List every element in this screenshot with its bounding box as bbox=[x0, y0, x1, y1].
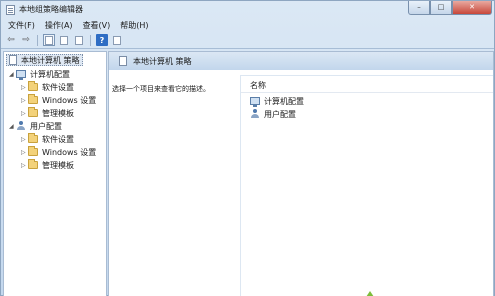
column-header-name[interactable]: 名称 bbox=[241, 78, 493, 93]
menu-action[interactable]: 操作(A) bbox=[45, 19, 73, 32]
folder-icon bbox=[28, 94, 38, 104]
console-tree-icon bbox=[45, 35, 53, 45]
folder-icon bbox=[28, 133, 38, 143]
console-tree: 本地计算机 策略 ◢ 计算机配置 ▷ 软件设置 ▷ Windows 设置 ▷ 管… bbox=[3, 51, 107, 296]
export-list-icon bbox=[75, 35, 83, 45]
toolbar-separator bbox=[37, 34, 38, 46]
title-bar[interactable]: 本地组策略编辑器 – □ ✕ bbox=[1, 1, 494, 19]
help-button[interactable]: ? bbox=[96, 34, 108, 46]
computer-icon bbox=[250, 97, 260, 107]
gpedit-window: 本地组策略编辑器 – □ ✕ 文件(F) 操作(A) 查看(V) 帮助(H) ⇦… bbox=[0, 0, 495, 296]
folder-icon bbox=[28, 146, 38, 156]
toolbar-separator bbox=[90, 34, 91, 46]
tree-item-label: 软件设置 bbox=[42, 82, 74, 92]
back-arrow-icon[interactable]: ⇦ bbox=[5, 34, 17, 46]
user-icon bbox=[16, 121, 26, 131]
details-pane: 本地计算机 策略 选择一个项目来查看它的描述。 名称 计算机配置 用户配置 bbox=[108, 51, 494, 296]
tree-item-user-software-settings[interactable]: ▷ 软件设置 bbox=[21, 133, 74, 145]
description-panel: 选择一个项目来查看它的描述。 bbox=[109, 70, 240, 296]
details-title: 本地计算机 策略 bbox=[133, 56, 192, 66]
filter-icon bbox=[113, 35, 121, 45]
menu-view[interactable]: 查看(V) bbox=[83, 19, 111, 32]
app-icon bbox=[6, 5, 15, 15]
expand-arrow-icon[interactable]: ▷ bbox=[21, 97, 28, 104]
tree-item-label: 管理模板 bbox=[42, 160, 74, 170]
maximize-button[interactable]: □ bbox=[430, 1, 452, 15]
tree-item-admin-templates[interactable]: ▷ 管理模板 bbox=[21, 107, 74, 119]
tree-item-user-config[interactable]: ◢ 用户配置 bbox=[9, 120, 62, 132]
window-controls: – □ ✕ bbox=[408, 1, 492, 15]
policy-icon bbox=[9, 55, 17, 65]
list-item[interactable]: 用户配置 bbox=[250, 108, 296, 120]
expand-arrow-icon[interactable]: ▷ bbox=[21, 136, 28, 143]
list-item[interactable]: 计算机配置 bbox=[250, 95, 304, 107]
menu-file[interactable]: 文件(F) bbox=[8, 19, 35, 32]
folder-icon bbox=[28, 159, 38, 169]
list-item-label: 计算机配置 bbox=[264, 96, 304, 106]
computer-icon bbox=[16, 70, 26, 80]
expand-arrow-icon[interactable]: ▷ bbox=[21, 162, 28, 169]
collapse-arrow-icon[interactable]: ◢ bbox=[9, 123, 16, 130]
list-item-label: 用户配置 bbox=[264, 109, 296, 119]
tree-item-label: 管理模板 bbox=[42, 108, 74, 118]
tree-item-computer-config[interactable]: ◢ 计算机配置 bbox=[9, 68, 70, 80]
menu-bar: 文件(F) 操作(A) 查看(V) 帮助(H) bbox=[1, 19, 494, 32]
tree-item-software-settings[interactable]: ▷ 软件设置 bbox=[21, 81, 74, 93]
menu-help[interactable]: 帮助(H) bbox=[120, 19, 148, 32]
folder-icon bbox=[28, 81, 38, 91]
window-title: 本地组策略编辑器 bbox=[19, 5, 83, 14]
export-list-button[interactable] bbox=[73, 34, 85, 46]
user-icon bbox=[250, 109, 260, 119]
toolbar: ⇦ ⇨ ? bbox=[1, 32, 494, 49]
expand-arrow-icon[interactable]: ▷ bbox=[21, 84, 28, 91]
filter-button[interactable] bbox=[111, 34, 123, 46]
policy-icon bbox=[119, 56, 127, 66]
minimize-button[interactable]: – bbox=[408, 1, 430, 15]
tree-item-windows-settings[interactable]: ▷ Windows 设置 bbox=[21, 94, 96, 106]
details-header: 本地计算机 策略 bbox=[109, 52, 493, 70]
tree-item-label: 计算机配置 bbox=[30, 69, 70, 79]
tree-item-label: 软件设置 bbox=[42, 134, 74, 144]
tree-item-label: 用户配置 bbox=[30, 121, 62, 131]
description-text: 选择一个项目来查看它的描述。 bbox=[112, 85, 210, 93]
forward-arrow-icon[interactable]: ⇨ bbox=[20, 34, 32, 46]
collapse-arrow-icon[interactable]: ◢ bbox=[9, 71, 16, 78]
expand-arrow-icon[interactable]: ▷ bbox=[21, 110, 28, 117]
show-hide-tree-button[interactable] bbox=[43, 34, 55, 46]
item-list: 名称 计算机配置 用户配置 bbox=[240, 75, 493, 296]
tree-item-user-admin-templates[interactable]: ▷ 管理模板 bbox=[21, 159, 74, 171]
tree-item-user-windows-settings[interactable]: ▷ Windows 设置 bbox=[21, 146, 96, 158]
tree-root[interactable]: 本地计算机 策略 bbox=[6, 54, 83, 66]
tree-item-label: Windows 设置 bbox=[42, 95, 97, 105]
properties-icon bbox=[60, 35, 68, 45]
folder-icon bbox=[28, 107, 38, 117]
tree-root-label: 本地计算机 策略 bbox=[21, 55, 80, 65]
tree-item-label: Windows 设置 bbox=[42, 147, 97, 157]
properties-button[interactable] bbox=[58, 34, 70, 46]
close-button[interactable]: ✕ bbox=[452, 1, 492, 15]
expand-arrow-icon[interactable]: ▷ bbox=[21, 149, 28, 156]
